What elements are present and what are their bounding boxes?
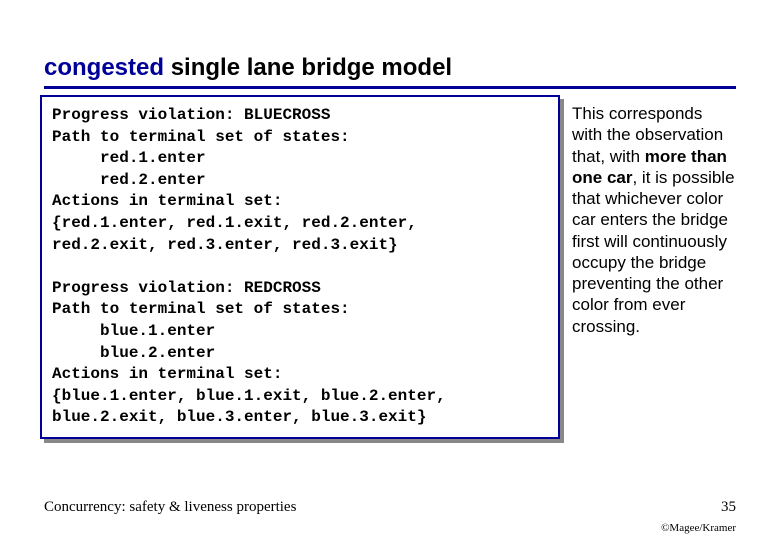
code-line: Actions in terminal set: xyxy=(52,192,282,210)
copyright: ©Magee/Kramer xyxy=(661,522,736,534)
code-line: {blue.1.enter, blue.1.exit, blue.2.enter… xyxy=(52,387,446,405)
code-line: red.2.enter xyxy=(52,171,206,189)
code-line: red.2.exit, red.3.enter, red.3.exit} xyxy=(52,236,398,254)
code-line: Path to terminal set of states: xyxy=(52,300,350,318)
footer-left: Concurrency: safety & liveness propertie… xyxy=(44,499,296,516)
code-line: red.1.enter xyxy=(52,149,206,167)
code-line: blue.1.enter xyxy=(52,322,215,340)
code-block: Progress violation: BLUECROSS Path to te… xyxy=(40,95,560,439)
code-line: Actions in terminal set: xyxy=(52,365,282,383)
code-line: Progress violation: BLUECROSS xyxy=(52,106,330,124)
code-line: blue.2.exit, blue.3.enter, blue.3.exit} xyxy=(52,408,426,426)
side-text-part: , it is possible that whichever color ca… xyxy=(572,168,735,336)
code-line: Progress violation: REDCROSS xyxy=(52,279,321,297)
side-commentary: This corresponds with the observation th… xyxy=(572,99,736,337)
code-line: blue.2.enter xyxy=(52,344,215,362)
code-shadow: Progress violation: BLUECROSS Path to te… xyxy=(44,99,564,443)
code-line: Path to terminal set of states: xyxy=(52,128,350,146)
title-rule xyxy=(44,86,736,89)
title-emph: congested xyxy=(44,54,164,81)
content-row: Progress violation: BLUECROSS Path to te… xyxy=(44,99,736,443)
footer: Concurrency: safety & liveness propertie… xyxy=(44,499,736,516)
code-line: {red.1.enter, red.1.exit, red.2.enter, xyxy=(52,214,417,232)
slide-number: 35 xyxy=(721,499,736,516)
title-rest: single lane bridge model xyxy=(164,54,452,81)
slide-title: congested single lane bridge model xyxy=(44,54,736,82)
